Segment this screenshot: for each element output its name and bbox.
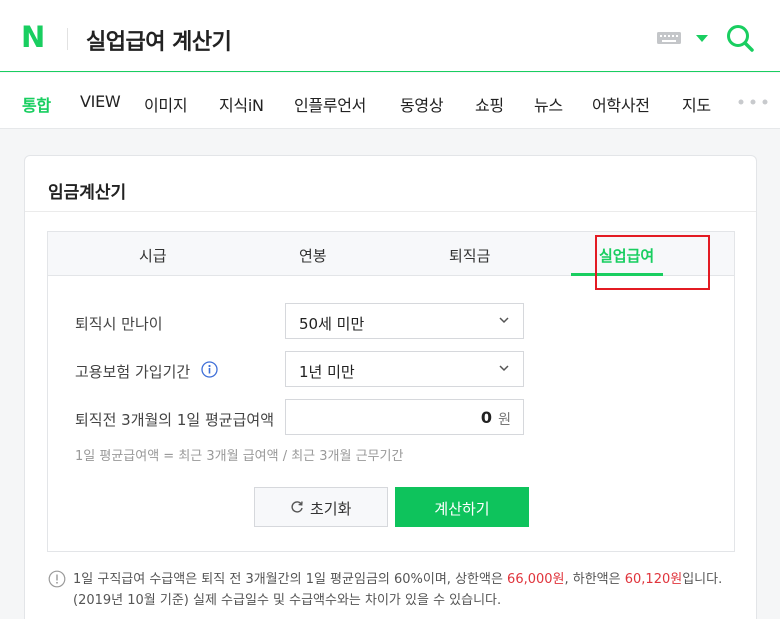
autocomplete-toggle-icon[interactable] xyxy=(696,35,708,42)
calculate-button[interactable]: 계산하기 xyxy=(395,487,529,527)
search-icon[interactable] xyxy=(726,24,754,52)
refresh-icon xyxy=(291,501,303,513)
card-title: 임금계산기 xyxy=(48,183,127,203)
age-select[interactable]: 50세 미만 xyxy=(285,303,524,339)
nav-tab-video[interactable]: 동영상 xyxy=(400,92,444,116)
won-unit: 원 xyxy=(498,412,511,428)
calculate-button-label: 계산하기 xyxy=(434,500,490,518)
header-divider xyxy=(67,28,68,50)
lower-limit-amount: 60,120원 xyxy=(624,572,683,587)
nav-tab-kin[interactable]: 지식iN xyxy=(219,92,264,116)
nav-tab-news[interactable]: 뉴스 xyxy=(534,92,563,116)
insurance-period-value: 1년 미만 xyxy=(299,363,355,381)
search-tab-nav: 통합 VIEW 이미지 지식iN 인플루언서 동영상 쇼핑 뉴스 어학사전 지도 xyxy=(0,73,780,129)
reset-button-label: 초기화 xyxy=(310,500,352,518)
search-header: N 실업급여 계산기 xyxy=(0,0,780,72)
calculator-panel: 시급 연봉 퇴직금 실업급여 퇴직시 만나이 50세 미만 고용보험 가입기간 … xyxy=(47,231,735,552)
warning-icon xyxy=(48,570,66,588)
tab-annual[interactable]: 연봉 xyxy=(299,245,327,266)
chevron-down-icon xyxy=(499,317,509,324)
nav-tab-images[interactable]: 이미지 xyxy=(144,92,188,116)
avg-wage-value: 0 xyxy=(480,408,492,427)
insurance-period-select[interactable]: 1년 미만 xyxy=(285,351,524,387)
age-label: 퇴직시 만나이 xyxy=(75,315,163,333)
nav-tab-all[interactable]: 통합 xyxy=(22,92,51,116)
highlight-box xyxy=(595,235,710,290)
avg-wage-label: 퇴직전 3개월의 1일 평균급여액 xyxy=(75,411,274,429)
chevron-down-icon xyxy=(499,365,509,372)
tab-severance[interactable]: 퇴직금 xyxy=(449,245,490,266)
nav-tab-shopping[interactable]: 쇼핑 xyxy=(475,92,504,116)
tab-hourly[interactable]: 시급 xyxy=(139,245,167,266)
more-dots-icon[interactable] xyxy=(738,99,768,105)
formula-hint: 1일 평균급여액 = 최근 3개월 급여액 / 최근 3개월 근무기간 xyxy=(75,449,404,464)
naver-logo[interactable]: N xyxy=(21,22,47,50)
insurance-period-label: 고용보험 가입기간 xyxy=(75,363,191,381)
info-icon[interactable] xyxy=(201,361,218,378)
search-query[interactable]: 실업급여 계산기 xyxy=(86,24,232,56)
upper-limit-amount: 66,000원 xyxy=(507,572,565,587)
card-divider xyxy=(25,211,756,212)
nav-tab-influencer[interactable]: 인플루언서 xyxy=(294,92,366,116)
notice-part-2: , 하한액은 xyxy=(564,572,625,587)
nav-tab-dictionary[interactable]: 어학사전 xyxy=(592,92,650,116)
avg-wage-input[interactable]: 0 원 xyxy=(285,399,524,435)
wage-calculator-card: 임금계산기 시급 연봉 퇴직금 실업급여 퇴직시 만나이 50세 미만 고용보험… xyxy=(24,155,757,619)
nav-tab-map[interactable]: 지도 xyxy=(682,92,711,116)
notice-part-1: 1일 구직급여 수급액은 퇴직 전 3개월간의 1일 평균임금의 60%이며, … xyxy=(73,572,508,587)
age-select-value: 50세 미만 xyxy=(299,315,365,333)
svg-text:N: N xyxy=(21,22,45,50)
nav-tab-view[interactable]: VIEW xyxy=(80,92,121,111)
keyboard-icon[interactable] xyxy=(657,32,681,44)
reset-button[interactable]: 초기화 xyxy=(254,487,388,527)
notice-text: 1일 구직급여 수급액은 퇴직 전 3개월간의 1일 평균임금의 60%이며, … xyxy=(73,569,733,611)
